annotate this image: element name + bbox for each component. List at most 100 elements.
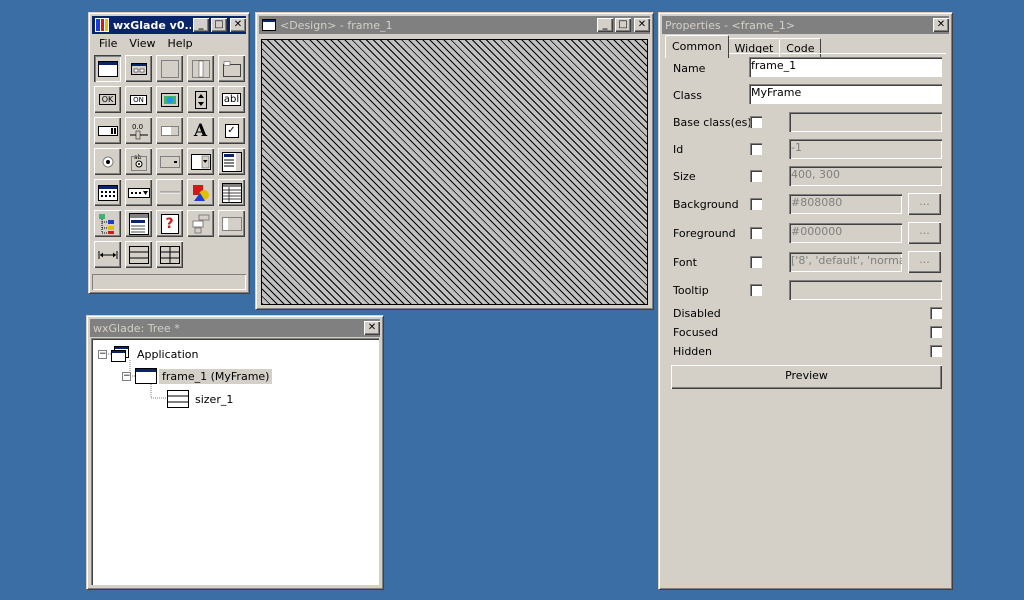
add-toggle-button-button[interactable]: ON xyxy=(125,86,152,113)
design-title: <Design> - frame_1 xyxy=(280,18,393,32)
close-button[interactable]: ✕ xyxy=(364,321,380,335)
id-field[interactable]: -1 xyxy=(789,139,942,159)
application-icon xyxy=(111,346,129,362)
size-field[interactable]: 400, 300 xyxy=(789,166,942,186)
widget-tree[interactable]: − Application − frame_1 (MyFrame) sizer_… xyxy=(91,338,379,585)
class-field[interactable]: MyFrame xyxy=(749,84,942,104)
menu-help[interactable]: Help xyxy=(162,35,199,53)
tree-titlebar[interactable]: wxGlade: Tree * ✕ xyxy=(90,319,380,337)
palette-title: wxGlade v0.... xyxy=(113,18,191,32)
id-checkbox[interactable] xyxy=(750,143,762,155)
design-canvas[interactable] xyxy=(261,39,648,305)
add-spacer-arrows-button[interactable] xyxy=(94,241,121,268)
add-static-text-button[interactable]: A xyxy=(187,117,214,144)
close-button[interactable]: ✕ xyxy=(230,18,246,32)
add-radio-button-button[interactable] xyxy=(94,148,121,175)
add-combo-box-button[interactable] xyxy=(187,148,214,175)
tooltip-checkbox[interactable] xyxy=(750,284,762,296)
add-box-sizer-button[interactable] xyxy=(125,241,152,268)
button-icon: OK xyxy=(98,94,117,105)
focused-checkbox[interactable] xyxy=(930,326,942,338)
static-bitmap-icon xyxy=(192,184,209,201)
add-notebook-button[interactable] xyxy=(218,55,245,82)
add-slider-button[interactable]: 0.0 xyxy=(125,117,152,144)
collapse-icon[interactable]: − xyxy=(122,371,131,381)
base-class-field[interactable] xyxy=(789,112,942,132)
add-list-box-button[interactable] xyxy=(218,148,245,175)
choice-icon xyxy=(159,155,180,168)
add-checkbox-button[interactable]: ✓ xyxy=(218,117,245,144)
hidden-checkbox[interactable] xyxy=(930,345,942,357)
tree-node-sizer[interactable]: sizer_1 xyxy=(167,390,236,408)
add-datepicker-button[interactable] xyxy=(125,179,152,206)
id-label: Id xyxy=(673,143,684,156)
add-hline-button[interactable] xyxy=(156,179,183,206)
background-field[interactable]: #808080 xyxy=(789,194,902,214)
disabled-checkbox[interactable] xyxy=(930,307,942,319)
foreground-picker-button[interactable]: ... xyxy=(908,222,941,244)
foreground-field[interactable]: #000000 xyxy=(789,223,902,243)
preview-button[interactable]: Preview xyxy=(671,365,942,389)
font-label: Font xyxy=(673,256,697,269)
grid-sizer-icon xyxy=(159,245,180,264)
tooltip-label: Tooltip xyxy=(673,284,709,297)
foreground-checkbox[interactable] xyxy=(750,227,762,239)
add-panel-button[interactable] xyxy=(156,55,183,82)
minimize-button[interactable]: _ xyxy=(597,18,613,32)
add-static-bitmap-button[interactable] xyxy=(187,179,214,206)
minimize-button[interactable]: _ xyxy=(193,18,209,32)
add-static-line-button[interactable] xyxy=(156,117,183,144)
slider-icon: 0.0 xyxy=(129,123,148,139)
collapse-icon[interactable]: − xyxy=(98,349,107,359)
tree-label-frame: frame_1 (MyFrame) xyxy=(159,368,273,384)
background-checkbox[interactable] xyxy=(750,198,762,210)
close-button[interactable]: ✕ xyxy=(933,18,949,32)
svg-text:ab: ab xyxy=(134,154,142,161)
add-spin-button-button[interactable] xyxy=(187,86,214,113)
add-calendar-button[interactable] xyxy=(94,179,121,206)
menu-file[interactable]: File xyxy=(93,35,123,53)
add-dialog-button[interactable] xyxy=(125,55,152,82)
box-sizer-icon xyxy=(128,245,149,264)
maximize-button[interactable]: □ xyxy=(615,18,631,32)
tree-node-frame[interactable]: − frame_1 (MyFrame) xyxy=(122,368,273,384)
add-button-button[interactable]: OK xyxy=(94,86,121,113)
add-frame-button[interactable] xyxy=(94,55,121,82)
common-tab-panel: Name frame_1 Class MyFrame Base class(es… xyxy=(665,53,946,585)
menu-view[interactable]: View xyxy=(123,35,161,53)
design-titlebar[interactable]: <Design> - frame_1 _ □ ✕ xyxy=(259,16,650,34)
add-list-ctrl-button[interactable] xyxy=(125,210,152,237)
add-grid-button[interactable] xyxy=(218,179,245,206)
font-checkbox[interactable] xyxy=(750,256,762,268)
maximize-button[interactable]: □ xyxy=(211,18,227,32)
add-radio-box-button[interactable]: ab xyxy=(125,148,152,175)
close-button[interactable]: ✕ xyxy=(634,18,650,32)
add-bitmap-button-button[interactable] xyxy=(156,86,183,113)
properties-titlebar[interactable]: Properties - <frame_1> ✕ xyxy=(662,16,949,34)
add-choice-button[interactable] xyxy=(156,148,183,175)
size-checkbox[interactable] xyxy=(750,170,762,182)
add-spacer-button[interactable] xyxy=(187,210,214,237)
add-splitter-button[interactable] xyxy=(187,55,214,82)
tab-common[interactable]: Common xyxy=(665,35,729,58)
background-picker-button[interactable]: ... xyxy=(908,193,941,215)
palette-titlebar[interactable]: wxGlade v0.... _ □ ✕ xyxy=(92,16,246,34)
tree-ctrl-icon xyxy=(98,213,114,234)
add-spin-ctrl-button[interactable] xyxy=(218,210,245,237)
add-tree-ctrl-button[interactable] xyxy=(94,210,121,237)
add-custom-widget-button[interactable]: ? xyxy=(156,210,183,237)
add-grid-sizer-button[interactable] xyxy=(156,241,183,268)
design-window: <Design> - frame_1 _ □ ✕ xyxy=(255,12,654,310)
add-gauge-button[interactable] xyxy=(94,117,121,144)
add-text-ctrl-button[interactable]: abl xyxy=(218,86,245,113)
splitter-window-icon xyxy=(191,59,210,78)
focused-label: Focused xyxy=(673,326,719,339)
checkbox-icon: ✓ xyxy=(224,123,239,138)
font-picker-button[interactable]: ... xyxy=(908,251,941,273)
name-field[interactable]: frame_1 xyxy=(749,57,942,77)
tooltip-field[interactable] xyxy=(789,280,942,300)
font-field[interactable]: ['8', 'default', 'normal', xyxy=(789,252,902,272)
class-label: Class xyxy=(673,89,702,102)
base-class-checkbox[interactable] xyxy=(750,116,762,128)
tree-node-application[interactable]: − Application xyxy=(98,346,201,362)
